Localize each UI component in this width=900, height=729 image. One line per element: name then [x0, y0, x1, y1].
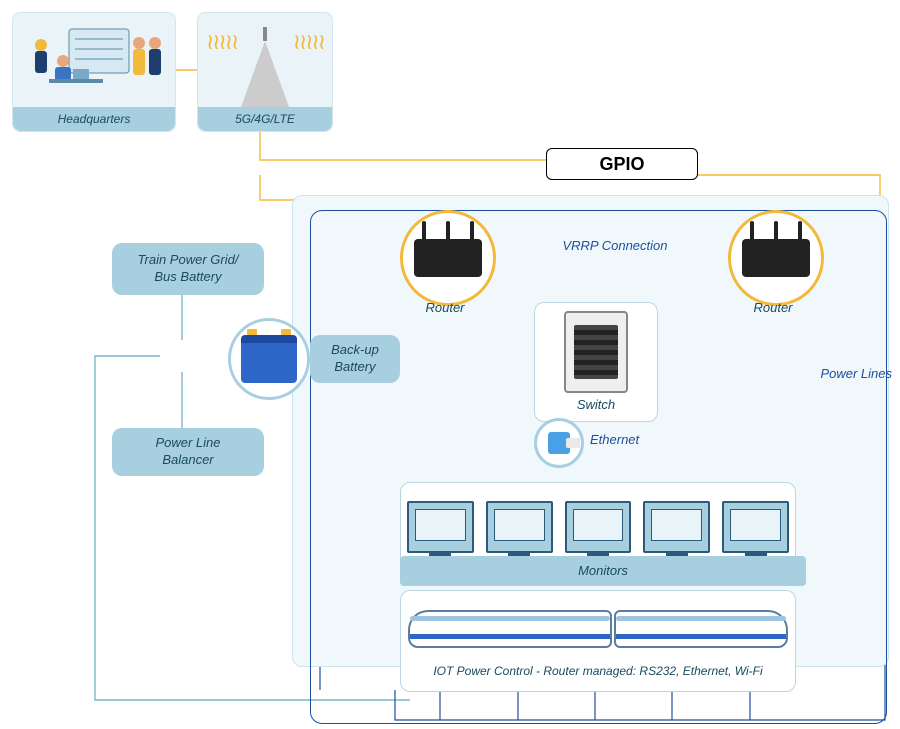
switch-box: Switch [534, 302, 658, 422]
power-grid-pill: Train Power Grid/ Bus Battery [112, 243, 264, 295]
ethernet-circle [534, 418, 584, 468]
monitor-icon [643, 501, 710, 553]
iot-caption: IOT Power Control - Router managed: RS23… [433, 664, 762, 678]
train-icon [408, 604, 788, 658]
backup-battery-pill: Back-up Battery [310, 335, 400, 383]
power-line-balancer-pill: Power Line Balancer [112, 428, 264, 476]
monitor-icon [486, 501, 553, 553]
wave-icon: ≀≀≀≀≀ [293, 35, 324, 48]
gpio-box: GPIO [546, 148, 698, 180]
battery-icon [241, 335, 297, 383]
cell-tower-icon [241, 41, 289, 107]
switch-icon [564, 311, 628, 393]
headquarters-illustration [19, 17, 169, 101]
monitor-icon [722, 501, 789, 553]
router-icon [742, 239, 810, 277]
monitor-icon [407, 501, 474, 553]
router-left-circle [400, 210, 496, 306]
router-icon [414, 239, 482, 277]
power-lines-label: Power Lines [802, 366, 892, 381]
battery-circle [228, 318, 310, 400]
router-right-label: Router [728, 300, 818, 315]
vrrp-label: VRRP Connection [540, 238, 690, 253]
headquarters-box: Headquarters [12, 12, 176, 132]
gpio-label: GPIO [599, 154, 644, 175]
monitors-label: Monitors [400, 556, 806, 586]
headquarters-label: Headquarters [13, 107, 175, 131]
ethernet-plug-icon [548, 432, 570, 454]
wave-icon: ≀≀≀≀≀ [206, 35, 237, 48]
router-left-label: Router [400, 300, 490, 315]
cell-label: 5G/4G/LTE [198, 107, 332, 131]
router-right-circle [728, 210, 824, 306]
iot-box: IOT Power Control - Router managed: RS23… [400, 590, 796, 692]
ethernet-label: Ethernet [590, 432, 639, 447]
monitor-icon [565, 501, 632, 553]
cell-box: ≀≀≀≀≀ ≀≀≀≀≀ 5G/4G/LTE [197, 12, 333, 132]
switch-label: Switch [577, 397, 615, 412]
